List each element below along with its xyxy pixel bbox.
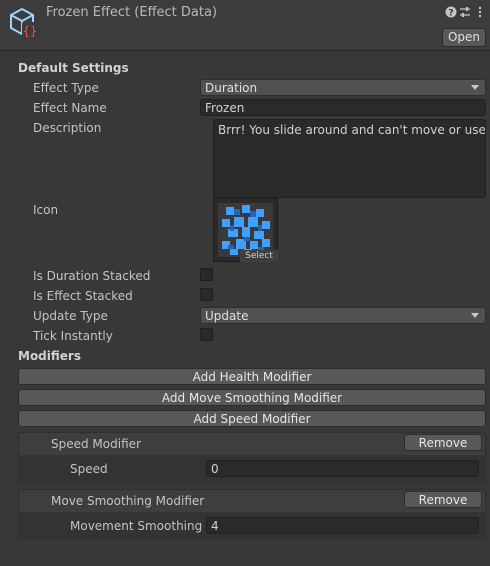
svg-text:?: ? (448, 9, 453, 19)
effect-name-label: Effect Name (33, 101, 107, 115)
description-label: Description (33, 121, 102, 135)
movement-smoothing-field[interactable]: 4 (206, 517, 479, 534)
speed-field[interactable]: 0 (206, 460, 479, 477)
update-type-dropdown[interactable]: Update (200, 307, 486, 324)
remove-move-smoothing-modifier-button[interactable]: Remove (404, 491, 482, 508)
movement-smoothing-label: Movement Smoothing (70, 519, 203, 533)
default-settings-header: Default Settings (18, 61, 129, 75)
add-speed-modifier-button[interactable]: Add Speed Modifier (18, 410, 486, 427)
settings-sliders-icon[interactable] (458, 6, 472, 20)
update-type-value: Update (205, 309, 249, 323)
more-vertical-icon[interactable] (473, 6, 487, 20)
update-type-label: Update Type (33, 309, 108, 323)
tick-instantly-label: Tick Instantly (33, 329, 113, 343)
asset-title: Frozen Effect (Effect Data) (46, 5, 218, 20)
effect-type-label: Effect Type (33, 81, 99, 95)
add-move-smoothing-modifier-button[interactable]: Add Move Smoothing Modifier (18, 389, 486, 406)
icon-label: Icon (33, 203, 59, 217)
effect-name-field[interactable]: Frozen (200, 99, 486, 116)
chevron-down-icon (471, 85, 479, 90)
add-health-modifier-button[interactable]: Add Health Modifier (18, 368, 486, 385)
open-button[interactable]: Open (442, 28, 486, 47)
effect-type-value: Duration (205, 81, 258, 95)
description-textarea[interactable]: Brrr! You slide around and can't move or… (213, 119, 486, 198)
remove-speed-modifier-button[interactable]: Remove (404, 434, 482, 451)
is-effect-stacked-label: Is Effect Stacked (33, 289, 133, 303)
svg-text:{}: {} (23, 24, 37, 38)
modifiers-header: Modifiers (18, 349, 81, 363)
speed-modifier-title: Speed Modifier (51, 437, 141, 451)
chevron-down-icon (471, 313, 479, 318)
move-smoothing-modifier-title: Move Smoothing Modifier (51, 494, 205, 508)
speed-label: Speed (70, 462, 108, 476)
is-duration-stacked-checkbox[interactable] (200, 268, 213, 281)
tick-instantly-checkbox[interactable] (200, 328, 213, 341)
is-effect-stacked-checkbox[interactable] (200, 288, 213, 301)
help-icon[interactable]: ? (444, 6, 458, 20)
effect-type-dropdown[interactable]: Duration (200, 79, 486, 96)
is-duration-stacked-label: Is Duration Stacked (33, 269, 151, 283)
scriptable-object-icon: {} (10, 7, 38, 38)
icon-select-button[interactable]: Select (240, 250, 278, 262)
